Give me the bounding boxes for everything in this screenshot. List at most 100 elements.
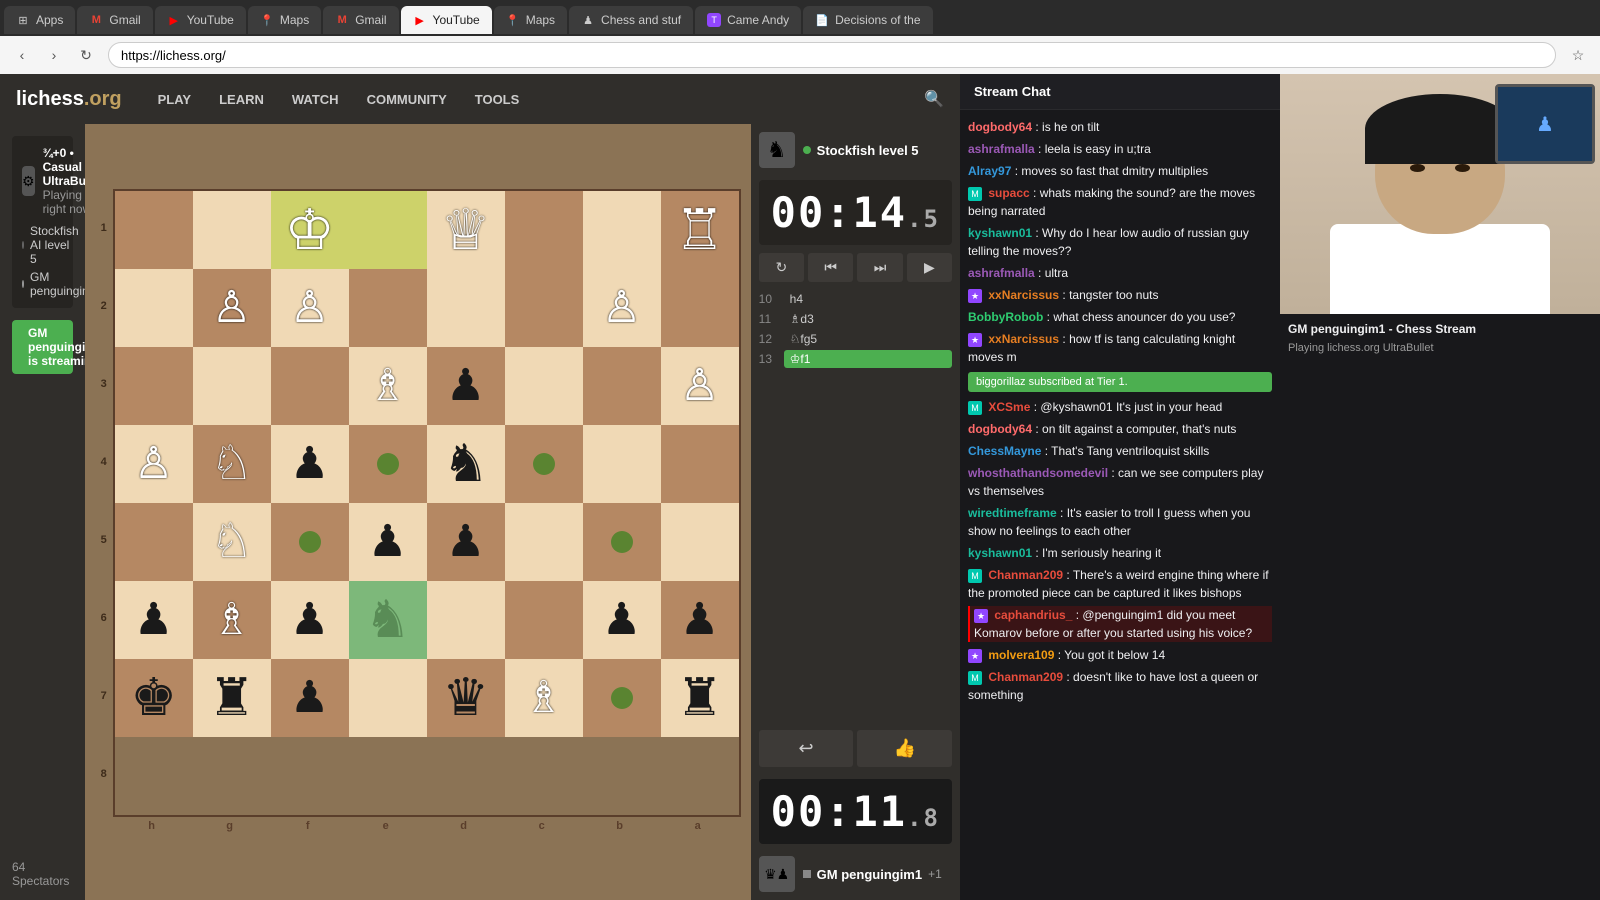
square-g3[interactable]: ♗ (193, 581, 271, 659)
move-11[interactable]: ♗d3 (784, 310, 952, 328)
square-f5[interactable]: ♟ (271, 425, 349, 503)
tab-maps1[interactable]: 📍 Maps (248, 6, 321, 34)
square-d2[interactable]: ♛ (427, 659, 505, 737)
nav-watch[interactable]: WATCH (280, 84, 351, 115)
black-pawn-e4: ♟ (368, 520, 407, 564)
square-b3[interactable]: ♟ (583, 581, 661, 659)
square-e5[interactable] (349, 425, 427, 503)
game-header-row: ⚙ ¾+0 • Casual • UltraBullet Playing rig… (22, 146, 63, 216)
square-f8[interactable]: ♔ (271, 191, 349, 269)
chat-text-molvera: : You got it below 14 (1058, 648, 1165, 662)
square-c6[interactable] (505, 347, 583, 425)
tab-apps[interactable]: ⊞ Apps (4, 6, 75, 34)
square-g5[interactable]: ♘ (193, 425, 271, 503)
square-b5[interactable] (583, 425, 661, 503)
square-g7[interactable]: ♙ (193, 269, 271, 347)
square-f6[interactable] (271, 347, 349, 425)
square-e6[interactable]: ♗ (349, 347, 427, 425)
square-b7[interactable]: ♙ (583, 269, 661, 347)
tab-gmail1[interactable]: M Gmail (77, 6, 152, 34)
square-h7[interactable] (115, 269, 193, 347)
square-h4[interactable] (115, 503, 193, 581)
square-c8[interactable] (505, 191, 583, 269)
sync-button[interactable]: ↻ (759, 253, 804, 282)
tab-chess-news[interactable]: ♟ Chess and stuf (569, 6, 693, 34)
square-g6[interactable] (193, 347, 271, 425)
bookmark-button[interactable]: ☆ (1564, 41, 1592, 69)
square-d6[interactable]: ♟ (427, 347, 505, 425)
msg-ashraf1: ashrafmalla : leela is easy in u;tra (968, 140, 1272, 158)
square-d8[interactable]: ♕ (427, 191, 505, 269)
square-c4[interactable] (505, 503, 583, 581)
back-button[interactable]: ‹ (8, 41, 36, 69)
forward-button[interactable]: › (40, 41, 68, 69)
square-e8[interactable] (349, 191, 427, 269)
msg-alray: Alray97 : moves so fast that dmitry mult… (968, 162, 1272, 180)
square-c7[interactable] (505, 269, 583, 347)
square-g4[interactable]: ♘ (193, 503, 271, 581)
nav-tools[interactable]: TOOLS (463, 84, 532, 115)
square-d3[interactable] (427, 581, 505, 659)
square-c5[interactable] (505, 425, 583, 503)
square-c2[interactable]: ♗ (505, 659, 583, 737)
streaming-badge[interactable]: GM penguingim1 is streaming (12, 320, 73, 374)
square-a4[interactable] (661, 503, 739, 581)
square-d7[interactable] (427, 269, 505, 347)
square-g2[interactable]: ♜ (193, 659, 271, 737)
tab-decisions[interactable]: 📄 Decisions of the (803, 6, 932, 34)
square-f4[interactable] (271, 503, 349, 581)
square-h8[interactable] (115, 191, 193, 269)
square-a7[interactable] (661, 269, 739, 347)
square-c3[interactable] (505, 581, 583, 659)
tab-youtube1[interactable]: ▶ YouTube (155, 6, 246, 34)
square-f3[interactable]: ♟ (271, 581, 349, 659)
square-d5[interactable]: ♞ (427, 425, 505, 503)
square-a5[interactable] (661, 425, 739, 503)
square-g8[interactable] (193, 191, 271, 269)
move-13[interactable]: ♔f1 (784, 350, 952, 368)
first-move-button[interactable]: ⏮ (808, 253, 853, 282)
nav-community[interactable]: COMMUNITY (355, 84, 459, 115)
square-h3[interactable]: ♟ (115, 581, 193, 659)
move-12[interactable]: ♘fg5 (784, 330, 952, 348)
square-h2[interactable]: ♚ (115, 659, 193, 737)
tab-gmail2[interactable]: M Gmail (323, 6, 398, 34)
square-a3[interactable]: ♟ (661, 581, 739, 659)
square-e3[interactable]: ♞ (349, 581, 427, 659)
webcam-feed: ♟ (1280, 74, 1600, 314)
search-icon[interactable]: 🔍 (924, 89, 944, 109)
square-h5[interactable]: ♙ (115, 425, 193, 503)
nav-learn[interactable]: LEARN (207, 84, 276, 115)
square-e4[interactable]: ♟ (349, 503, 427, 581)
file-h: h (113, 817, 191, 832)
undo-button[interactable]: ↩ (759, 730, 854, 767)
square-a6[interactable]: ♙ (661, 347, 739, 425)
square-f2[interactable]: ♟ (271, 659, 349, 737)
msg-dogbody2: dogbody64 : on tilt against a computer, … (968, 420, 1272, 438)
chat-text-chessmayne: : That's Tang ventriloquist skills (1045, 444, 1210, 458)
square-b6[interactable] (583, 347, 661, 425)
tab-game-andy[interactable]: T Came Andy (695, 6, 801, 34)
square-b8[interactable] (583, 191, 661, 269)
square-e7[interactable] (349, 269, 427, 347)
black-king-h2: ♚ (130, 672, 177, 724)
square-e2[interactable] (349, 659, 427, 737)
square-f7[interactable]: ♙ (271, 269, 349, 347)
square-a8[interactable]: ♖ (661, 191, 739, 269)
url-input[interactable] (108, 42, 1556, 68)
tab-maps2[interactable]: 📍 Maps (494, 6, 567, 34)
thumbsup-button[interactable]: 👍 (857, 730, 952, 767)
square-h6[interactable] (115, 347, 193, 425)
reload-button[interactable]: ↻ (72, 41, 100, 69)
settings-icon[interactable]: ⚙ (22, 166, 35, 196)
chess-board[interactable]: ♔ ♕ (113, 189, 741, 817)
prev-move-button[interactable]: ⏭ (857, 253, 902, 282)
nav-play[interactable]: PLAY (146, 84, 203, 115)
square-d4[interactable]: ♟ (427, 503, 505, 581)
next-move-button[interactable]: ▶ (907, 253, 952, 282)
square-b4[interactable] (583, 503, 661, 581)
tab-youtube2[interactable]: ▶ YouTube (401, 6, 492, 34)
move-10[interactable]: h4 (784, 290, 952, 308)
square-a2[interactable]: ♜ (661, 659, 739, 737)
square-b2[interactable] (583, 659, 661, 737)
